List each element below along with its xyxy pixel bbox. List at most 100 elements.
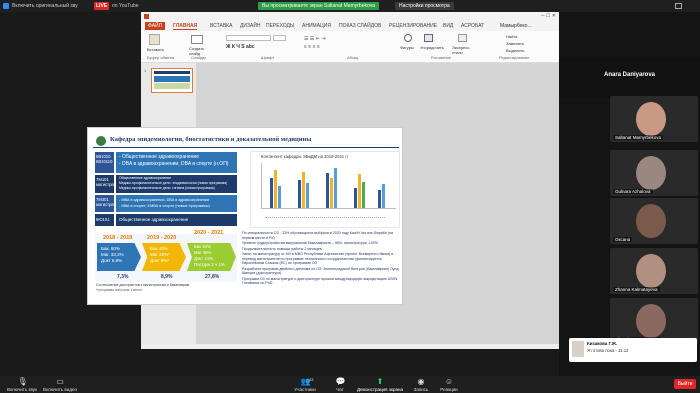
share-dokt: Докт 9%* <box>150 258 170 263</box>
sender-name: Кизакова Г.Ж. <box>587 341 618 346</box>
program-row: 7М401 магистратура - МВА в здравоохранен… <box>95 195 237 212</box>
shield-icon <box>3 3 9 9</box>
tab-file[interactable]: ФАЙЛ <box>145 22 165 30</box>
unmute-button[interactable]: 🎙 Включить звук <box>4 378 40 393</box>
video-off-icon: ▭ <box>56 377 64 386</box>
footnote: Соотношение докторантов к магистрантам и… <box>96 283 190 287</box>
chat-icon: 💬 <box>335 377 346 386</box>
chat-button[interactable]: 💬 Чат <box>330 377 350 393</box>
tab-insert[interactable]: ВСТАВКА <box>210 22 232 30</box>
share-postdoc: Постдок 2 ч 1% <box>194 262 225 267</box>
chart-bar <box>298 180 301 208</box>
active-speaker-tile[interactable]: Anara Daniyarova <box>559 58 700 98</box>
participant-name: Zhanna Kalmatayeva <box>613 287 660 292</box>
slide-thumbnail[interactable] <box>151 68 193 93</box>
chart-bar <box>302 172 305 208</box>
paragraph-group-label: Абзац <box>347 55 359 60</box>
new-slide-icon[interactable] <box>191 35 203 44</box>
tab-animation[interactable]: АНИМАЦИЯ <box>302 22 331 30</box>
chart-legend <box>265 217 385 220</box>
sender-avatar <box>572 341 584 357</box>
program-tag: 7М401 магистратура <box>95 195 122 212</box>
participants-panel: Anara Daniyarova Saltanat Mamyrbekova Gu… <box>559 12 700 376</box>
chat-notification[interactable]: Кизакова Г.Ж. Я готова пока - 11:12 <box>569 338 697 362</box>
chart-bar <box>330 178 333 208</box>
program-text: Медико-профилактическое дело: гигиена (н… <box>119 186 215 190</box>
participants-count: 43 <box>309 377 314 382</box>
tab-slideshow[interactable]: ПОКАЗ СЛАЙДОВ <box>339 22 381 30</box>
record-button[interactable]: ◉ Запись <box>409 378 433 393</box>
share-screen-icon: ⬆ <box>376 377 384 386</box>
tab-acrobat[interactable]: АСРОБАТ <box>461 22 484 30</box>
tab-transitions[interactable]: ПЕРЕХОДЫ <box>266 22 294 30</box>
quick-styles-icon[interactable] <box>458 34 467 42</box>
clipboard-icon[interactable] <box>149 34 160 45</box>
arrange-button[interactable]: Упорядочить <box>420 45 444 50</box>
replace-button[interactable]: Заменить <box>506 41 524 46</box>
live-badge[interactable]: LIVE <box>94 2 110 10</box>
year-arrow: Бак 48% Маг 45%* Докт 9%* <box>142 243 186 271</box>
video-button[interactable]: ▭ Включить видео <box>42 377 78 393</box>
find-button[interactable]: Найти <box>506 34 517 39</box>
shapes-icon[interactable] <box>404 34 412 42</box>
shapes-button[interactable]: Фигуры <box>400 45 414 50</box>
university-logo-icon <box>96 136 106 146</box>
user-name[interactable]: Мамырбеко... <box>500 22 532 30</box>
achievements-list: По специальности ОЗ - 33% обучающиеся вы… <box>242 231 400 303</box>
achievement-item: Программ ОЗ по магистратуре и докторанту… <box>242 276 399 286</box>
chart-bar <box>358 174 361 208</box>
tab-review[interactable]: РЕЦЕНЗИРОВАНИЕ <box>389 22 437 30</box>
view-options-button[interactable]: Настройки просмотра <box>395 2 454 10</box>
tab-design[interactable]: ДИЗАЙН <box>240 22 261 30</box>
achievement-item: Продолжительность помощи работы 2 месяце… <box>242 246 323 251</box>
list-icons[interactable]: ☰ ☰ ⇤ ⇥ <box>304 36 326 42</box>
achievement-item: Разработка программ двойного диплома по … <box>242 266 399 276</box>
font-format-icons[interactable]: Ж К Ч S abc <box>226 44 255 50</box>
ratio-value: 27,8% <box>205 274 220 280</box>
record-label: Запись <box>413 387 429 392</box>
window-controls-icon[interactable]: ─ ☐ ✕ <box>541 12 556 21</box>
video-label: Включить видео <box>43 387 77 392</box>
font-group-label: Шрифт <box>261 55 275 60</box>
year-label: 2020 - 2021 <box>194 230 224 236</box>
arrange-icon[interactable] <box>424 34 433 42</box>
zoom-toolbar: 🎙 Включить звук ▭ Включить видео 👥 Участник… <box>0 376 700 393</box>
tab-view[interactable]: ВИД <box>443 22 453 30</box>
reactions-button[interactable]: ☺ Реакции <box>436 378 462 393</box>
chat-label: Чат <box>336 387 344 392</box>
share-screen-button[interactable]: ⬆ Демонстрация экрана <box>355 377 405 393</box>
participants-button[interactable]: 👥 Участники <box>290 378 320 393</box>
ribbon-tabs: ФАЙЛ ГЛАВНАЯ ВСТАВКА ДИЗАЙН ПЕРЕХОДЫ АНИ… <box>141 21 559 31</box>
share-dokt: Докт 6,8% <box>101 258 123 263</box>
year-arrow: Бак 33% Маг 45% Докт 21% Постдок 2 ч 1% <box>187 243 236 271</box>
participant-tile[interactable]: Оксана <box>610 198 698 244</box>
active-speaker-name: Anara Daniyarova <box>603 72 656 78</box>
participant-tile[interactable]: Saltanat Mamyrbekova <box>610 96 698 142</box>
year-arrow: Бак. 60% Маг. 33,2% Докт 6,8% <box>97 243 141 271</box>
font-name-select[interactable] <box>226 35 271 41</box>
participant-tile[interactable]: Zhanna Kalmatayeva <box>610 248 698 294</box>
original-sound-button[interactable]: Включить оригинальный зву <box>12 2 78 10</box>
footnote-note: *программа получила 1 место <box>96 288 143 292</box>
paste-button[interactable]: Вставить <box>147 47 164 52</box>
chart-bar <box>274 170 277 208</box>
tab-home[interactable]: ГЛАВНАЯ <box>173 22 198 30</box>
ribbon-toolbar: Вставить Создать слайд Ж К Ч S abc ☰ ☰ ⇤… <box>141 31 559 63</box>
align-icons[interactable]: ≡ ≡ ≡ ≡ <box>304 44 320 50</box>
select-button[interactable]: Выделить <box>506 48 524 53</box>
program-text: - Общественное здравоохранение <box>119 154 199 160</box>
ratio-value: 7,3% <box>117 274 129 280</box>
quick-styles-button[interactable]: Экспресс-стили <box>452 45 474 55</box>
font-size-select[interactable] <box>273 35 286 41</box>
share-label: Демонстрация экрана <box>357 387 403 392</box>
program-tag: 6В1010 6В10110 <box>95 152 114 173</box>
ppt-title-bar: ─ ☐ ✕ <box>141 12 559 21</box>
editing-group-label: Редактирование <box>499 55 530 60</box>
achievement-item: По специальности ОЗ - 33% обучающиеся вы… <box>242 231 393 240</box>
leave-button[interactable]: Выйти <box>674 379 696 389</box>
chart-bar <box>354 188 357 208</box>
chart-bar <box>334 168 337 208</box>
participant-tile[interactable]: Gulnara Azhalova <box>610 150 698 196</box>
fullscreen-icon[interactable] <box>675 3 682 9</box>
slide-number: 1 <box>144 68 147 73</box>
